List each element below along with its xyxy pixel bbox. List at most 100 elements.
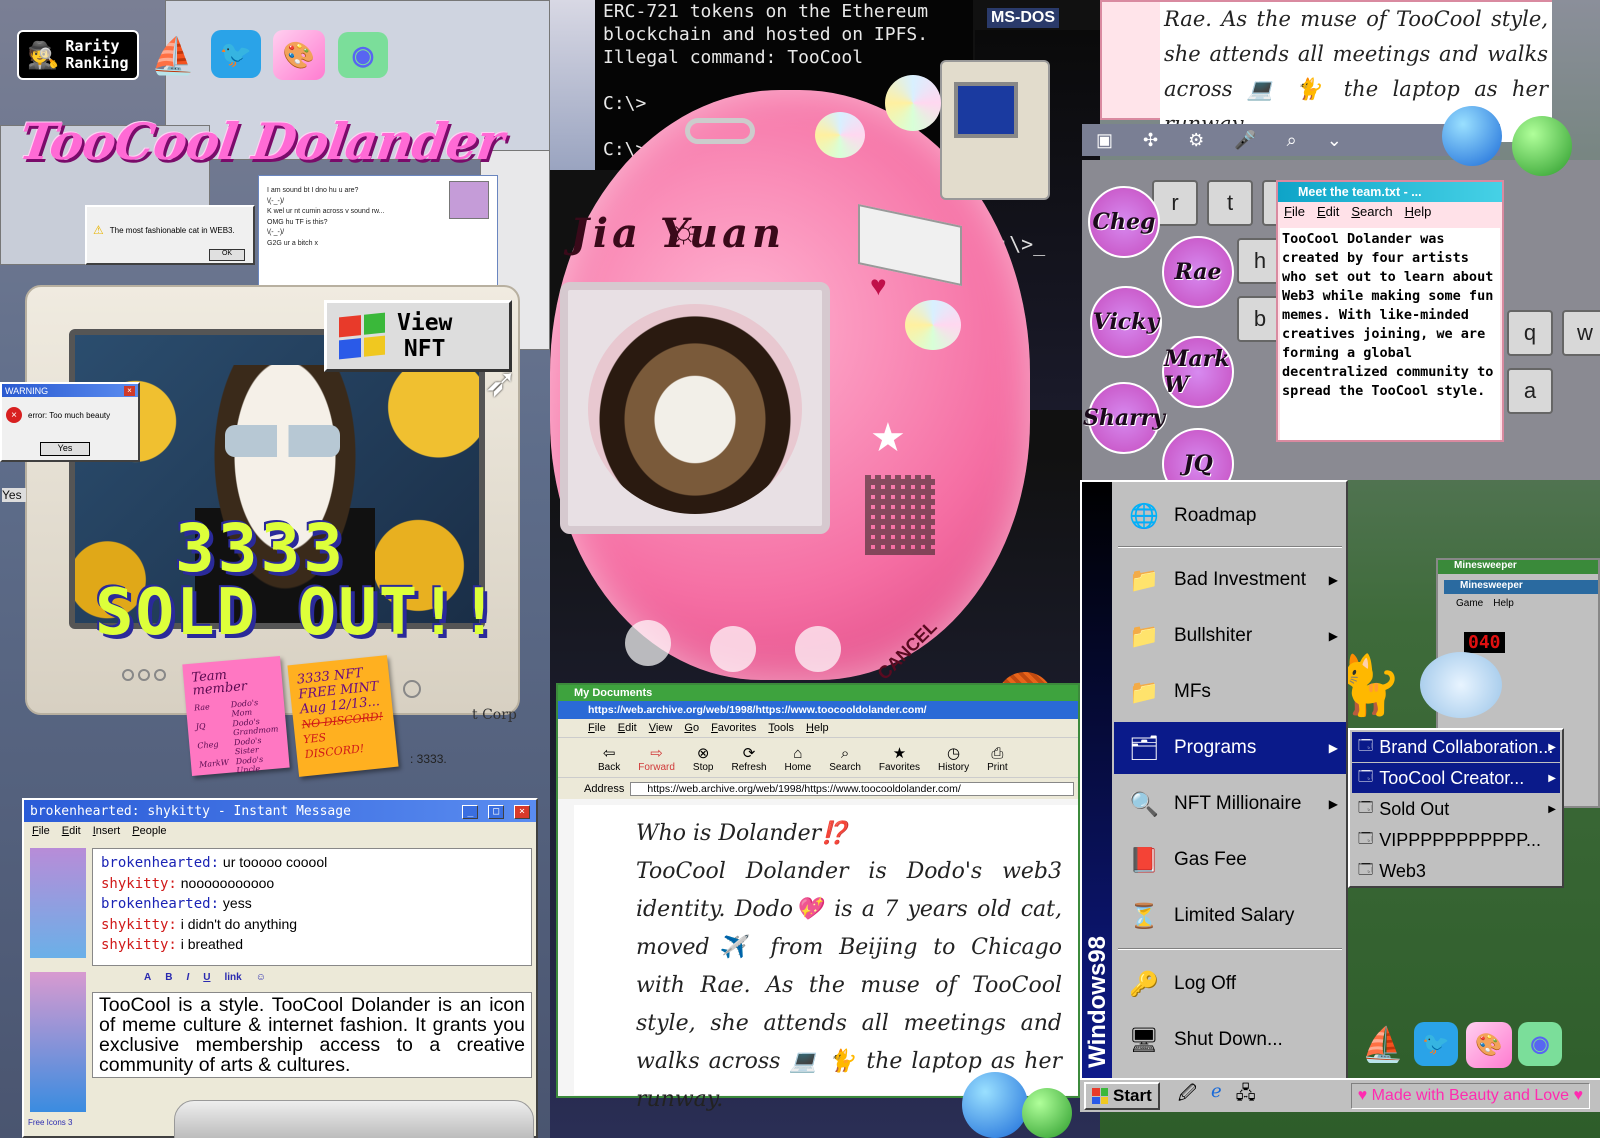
start-item-log-off[interactable]: 🔑 Log Off (1114, 958, 1346, 1010)
rarity-ranking-button[interactable]: 🕵 Rarity Ranking (17, 30, 139, 80)
key-w[interactable]: w (1562, 310, 1600, 356)
search-icon[interactable]: ⌕ (1287, 130, 1297, 151)
forward-button[interactable]: ⇨ Forward (638, 744, 675, 773)
home-button[interactable]: ⌂ Home (785, 745, 812, 773)
refresh-button[interactable]: ⟳ Refresh (732, 744, 767, 773)
menu-item-go[interactable]: Go (684, 722, 699, 734)
menu-item-people[interactable]: People (132, 825, 166, 837)
warning-dialog: WARNING × × error: Too much beauty Yes (0, 382, 140, 462)
key-icon: 🔑 (1129, 970, 1159, 998)
discord-icon[interactable]: ◉ (1518, 1022, 1562, 1066)
twitter-icon[interactable]: 🐦 (211, 30, 261, 78)
start-item-limited-salary[interactable]: ⏳ Limited Salary (1114, 890, 1346, 942)
start-button[interactable]: Start (1084, 1082, 1160, 1110)
foundation-icon[interactable]: 🎨 (273, 30, 325, 80)
menu-item-file[interactable]: File (32, 825, 50, 837)
microphone-icon[interactable]: 🎤 (1234, 130, 1256, 151)
globe-icon: 🌐 (1129, 502, 1159, 530)
start-item-mfs[interactable]: 📁 MFs (1114, 666, 1346, 718)
key-q[interactable]: q (1507, 310, 1553, 356)
start-item-roadmap[interactable]: 🌐 Roadmap (1114, 490, 1346, 542)
submenu-item[interactable]: 🗔 VIPPPPPPPPPPP... (1352, 825, 1560, 855)
opensea-boat-icon[interactable]: ⛵ (148, 32, 198, 80)
team-member-avatar[interactable]: Cheg (1088, 186, 1160, 258)
menu-item-insert[interactable]: Insert (93, 825, 121, 837)
submenu-item-label: Brand Collaboration... (1379, 736, 1554, 757)
power-button[interactable] (403, 680, 421, 698)
foundation-icon[interactable]: 🎨 (1466, 1022, 1512, 1068)
italic-icon[interactable]: I (186, 972, 189, 988)
submenu-item[interactable]: 🗔 TooCool Creator... ▶ (1352, 763, 1560, 793)
search-button[interactable]: ⌕ Search (829, 745, 861, 773)
back-button[interactable]: ⇦ Back (598, 744, 620, 773)
submenu-item[interactable]: 🗔 Web3 (1352, 856, 1560, 886)
address-input[interactable]: https://web.archive.org/web/1998/https:/… (630, 781, 1074, 796)
start-item-nft-millionaire[interactable]: 🔍 NFT Millionaire ▶ (1114, 778, 1346, 830)
maximize-button[interactable]: □ (488, 805, 505, 819)
menu-item-help[interactable]: Help (806, 722, 829, 734)
menu-item-file[interactable]: File (1284, 204, 1305, 219)
key-t[interactable]: t (1207, 180, 1253, 226)
show-desktop-icon[interactable]: 🖉 (1178, 1081, 1197, 1111)
menu-item-help[interactable]: Help (1405, 204, 1432, 219)
tamagotchi-button-b[interactable] (710, 626, 756, 672)
key-a[interactable]: a (1507, 368, 1553, 414)
menu-item-game[interactable]: Game (1456, 598, 1483, 609)
menu-item-help[interactable]: Help (1493, 598, 1514, 609)
close-icon[interactable]: × (124, 385, 135, 396)
menu-item-edit[interactable]: Edit (62, 825, 81, 837)
menu-item-favorites[interactable]: Favorites (711, 722, 756, 734)
warning-yes-button[interactable]: Yes (40, 442, 90, 456)
network-icon[interactable]: 🖧 (1236, 1081, 1256, 1111)
ie-icon[interactable]: ℯ (1211, 1081, 1222, 1111)
cat-portrait (588, 304, 802, 514)
team-member-avatar[interactable]: Mark W (1162, 336, 1234, 408)
link-icon[interactable]: link (224, 972, 241, 988)
menu-item-file[interactable]: File (588, 722, 606, 734)
clipboard-icon[interactable]: ▣ (1096, 130, 1113, 151)
menu-item-edit[interactable]: Edit (618, 722, 637, 734)
favorites-icon: ★ (892, 745, 907, 762)
notepad-text[interactable]: TooCool Dolander was created by four art… (1280, 228, 1500, 440)
puzzle-icon[interactable]: ✣ (1143, 130, 1158, 151)
team-member-avatar[interactable]: Vicky (1090, 286, 1162, 358)
start-item-gas-fee[interactable]: 📕 Gas Fee (1114, 834, 1346, 886)
meet-the-team-notepad: Meet the team.txt - ... File Edit Search He… (1276, 180, 1504, 442)
smiley-icon[interactable]: ☺ (256, 972, 266, 988)
print-button[interactable]: ⎙ Print (987, 745, 1008, 773)
minimize-button[interactable]: _ (462, 805, 479, 819)
menu-item-edit[interactable]: Edit (1317, 204, 1339, 219)
stop-button[interactable]: ⊗ Stop (693, 744, 714, 773)
opensea-boat-icon[interactable]: ⛵ (1360, 1022, 1406, 1068)
bold-icon[interactable]: B (165, 972, 172, 988)
submenu-arrow-icon: ▶ (1328, 797, 1338, 811)
send-button[interactable] (174, 1100, 534, 1138)
address-label: Address (584, 782, 625, 795)
menu-item-tools[interactable]: Tools (768, 722, 794, 734)
compose-box[interactable]: TooCool is a style. TooCool Dolander is … (92, 992, 532, 1078)
chevron-down-icon[interactable]: ⌄ (1327, 130, 1342, 151)
submenu-arrow-icon: ▶ (1328, 573, 1338, 587)
start-item-bad-investment[interactable]: 📁 Bad Investment ▶ (1114, 554, 1346, 606)
history-button[interactable]: ◷ History (938, 744, 969, 773)
blue-orb-icon (962, 1072, 1028, 1138)
start-item-programs[interactable]: 🗂 Programs ▶ (1114, 722, 1346, 774)
start-item-shut-down[interactable]: 🖥 Shut Down... (1114, 1014, 1346, 1066)
ok-button[interactable]: OK (209, 249, 245, 261)
tamagotchi-button-c[interactable] (795, 626, 841, 672)
favorites-button[interactable]: ★ Favorites (879, 744, 920, 773)
menu-item-view[interactable]: View (649, 722, 673, 734)
team-member-avatar[interactable]: Sharry (1083, 382, 1165, 454)
start-item-bullshiter[interactable]: 📁 Bullshiter ▶ (1114, 610, 1346, 662)
underline-icon[interactable]: U (203, 972, 210, 988)
team-member-avatar[interactable]: Rae (1162, 236, 1234, 308)
submenu-item[interactable]: 🗔 Sold Out ▶ (1352, 794, 1560, 824)
settings-icon[interactable]: ⚙ (1188, 130, 1204, 151)
font-size-icon[interactable]: A (144, 972, 151, 988)
close-button[interactable]: × (514, 805, 530, 819)
menu-item-search[interactable]: Search (1351, 204, 1392, 219)
twitter-icon[interactable]: 🐦 (1414, 1022, 1458, 1066)
tamagotchi-button-a[interactable] (625, 620, 671, 666)
submenu-item[interactable]: 🗔 Brand Collaboration... ▶ (1352, 732, 1560, 762)
discord-icon[interactable]: ◉ (338, 32, 388, 78)
